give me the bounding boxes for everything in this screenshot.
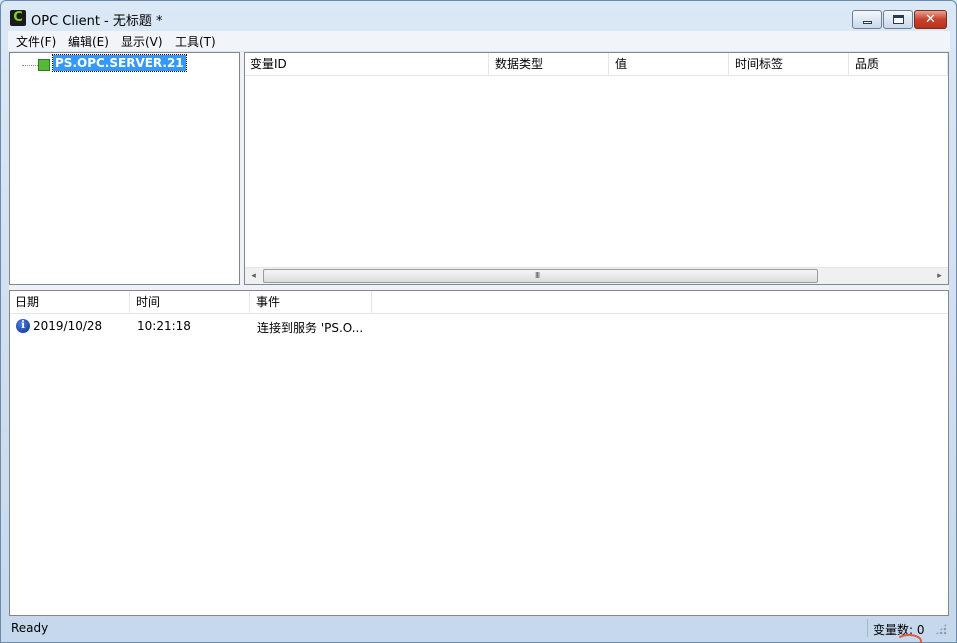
column-header-event[interactable]: 事件 (251, 291, 372, 313)
column-header-timestamp[interactable]: 时间标签 (730, 53, 849, 75)
scrollbar-grip-icon: III (535, 271, 540, 280)
annotation-mark (896, 634, 922, 643)
column-header-data-type[interactable]: 数据类型 (490, 53, 609, 75)
status-bar: Ready 变量数: 0 (7, 618, 951, 638)
tree-node-server[interactable]: PS.OPC.SERVER.21 (52, 54, 187, 72)
table-row[interactable]: i 2019/10/28 10:21:18 连接到服务 'PS.O... (10, 315, 948, 337)
scroll-left-icon[interactable]: ◂ (245, 268, 262, 284)
event-log[interactable]: 日期 时间 事件 i 2019/10/28 10:21:18 连接到服务 'PS… (9, 290, 949, 616)
close-button[interactable]: ✕ (914, 10, 947, 29)
log-date: 2019/10/28 (33, 319, 103, 333)
column-header-time[interactable]: 时间 (131, 291, 250, 313)
scroll-right-icon[interactable]: ▸ (931, 268, 948, 284)
main-window: C OPC Client - 无标题 * ✕ 文件(F) 编辑(E) 显示(V)… (0, 0, 957, 643)
column-header-value[interactable]: 值 (610, 53, 729, 75)
info-icon: i (16, 319, 30, 333)
column-header-item-id[interactable]: 变量ID (245, 53, 489, 75)
status-text: Ready (11, 621, 49, 635)
scrollbar-thumb[interactable]: III (263, 269, 818, 283)
menu-bar: 文件(F) 编辑(E) 显示(V) 工具(T) (8, 31, 950, 51)
maximize-button[interactable] (883, 10, 913, 29)
resize-grip-icon[interactable] (935, 623, 947, 635)
horizontal-scrollbar[interactable]: ◂ III ▸ (245, 267, 948, 284)
status-divider (867, 619, 868, 637)
item-list[interactable]: 变量ID 数据类型 值 时间标签 品质 ◂ III ▸ (244, 52, 949, 285)
column-header-date[interactable]: 日期 (10, 291, 130, 313)
menu-file[interactable]: 文件(F) (16, 33, 56, 50)
minimize-icon (863, 21, 872, 24)
server-tree[interactable]: PS.OPC.SERVER.21 (9, 52, 240, 285)
maximize-icon (893, 15, 904, 24)
log-time: 10:21:18 (137, 319, 191, 333)
app-icon: C (10, 10, 26, 26)
server-icon (38, 59, 50, 71)
log-event: 连接到服务 'PS.O... (257, 321, 364, 335)
column-header-quality[interactable]: 品质 (850, 53, 948, 75)
minimize-button[interactable] (852, 10, 882, 29)
menu-tools[interactable]: 工具(T) (175, 33, 216, 50)
menu-view[interactable]: 显示(V) (121, 33, 163, 50)
window-title: OPC Client - 无标题 * (31, 14, 163, 29)
menu-edit[interactable]: 编辑(E) (68, 33, 109, 50)
close-icon: ✕ (925, 12, 936, 27)
title-bar[interactable]: C OPC Client - 无标题 * ✕ (1, 1, 956, 31)
